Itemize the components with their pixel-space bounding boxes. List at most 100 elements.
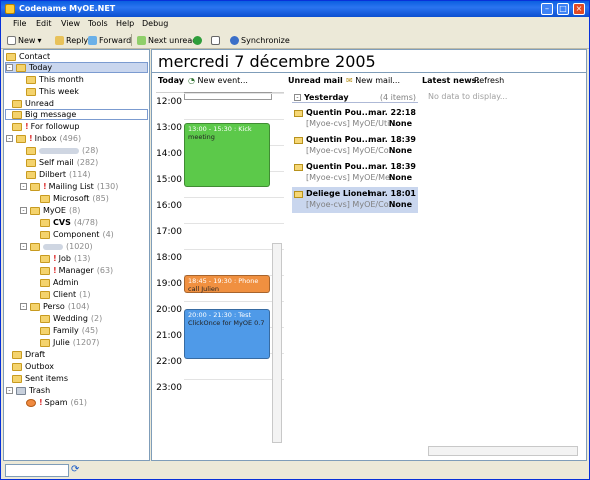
next-unread-button[interactable]: Next unread <box>137 34 197 46</box>
forward-button[interactable]: Forward <box>88 34 131 46</box>
tree-julie[interactable]: Julie (1207) <box>40 337 99 348</box>
quick-search-input[interactable] <box>5 464 69 477</box>
calendar-event[interactable]: 20:00 - 21:30 : Test ClickOnce for MyOE 0… <box>184 309 270 359</box>
synchronize-button[interactable]: Synchronize <box>230 34 290 46</box>
hour-label: 18:00 <box>156 253 182 263</box>
tree-outbox[interactable]: Outbox <box>12 361 54 372</box>
tree-mailing-list[interactable]: -! Mailing List (130) <box>20 181 118 192</box>
folder-icon <box>40 314 50 323</box>
reply-button[interactable]: Reply <box>55 34 88 46</box>
tree-label: Contact <box>19 52 51 61</box>
tree-perso[interactable]: - Perso (104) <box>20 301 89 312</box>
tree-spam[interactable]: ! Spam (61) <box>26 397 87 408</box>
menu-debug[interactable]: Debug <box>142 19 168 28</box>
collapse-icon[interactable]: - <box>294 94 301 101</box>
calendar-event[interactable]: 18:45 - 19:30 : Phone call Julien <box>184 275 270 293</box>
folder-icon <box>16 63 26 72</box>
tree-job[interactable]: ! Job (13) <box>40 253 90 264</box>
mail-item[interactable]: Deliege Lionel mar. 18:01 [Myoe-cvs] MyOE/… <box>292 187 418 213</box>
tree-trash[interactable]: - Trash <box>6 385 50 396</box>
tree-inbox[interactable]: -! Inbox (496) <box>6 133 81 144</box>
app-icon <box>5 4 15 14</box>
tree-sent-items[interactable]: Sent items <box>12 373 68 384</box>
tree-label: Big message <box>25 110 77 119</box>
collapse-icon[interactable]: - <box>20 303 27 310</box>
tree-self-mail[interactable]: Self mail (282) <box>26 157 98 168</box>
menu-edit[interactable]: Edit <box>36 19 52 28</box>
hour-line <box>184 93 284 94</box>
menu-view[interactable]: View <box>61 19 80 28</box>
reply-icon <box>55 35 64 45</box>
tree-client[interactable]: Client (1) <box>40 289 91 300</box>
tree-wedding[interactable]: Wedding (2) <box>40 313 102 324</box>
minimize-button[interactable]: – <box>541 3 553 15</box>
new-event-link[interactable]: ◔ New event... <box>188 76 248 85</box>
latest-news-label: Latest news: <box>422 76 480 85</box>
new-mail-label: New mail... <box>355 76 401 85</box>
news-scrollbar[interactable] <box>428 446 578 456</box>
event-time: 18:45 - 19:30 : Phone <box>188 277 259 285</box>
menu-help[interactable]: Help <box>116 19 134 28</box>
collapse-icon[interactable]: - <box>20 207 27 214</box>
mail-subject: [Myoe-cvs] MyOE/Co... <box>306 200 397 209</box>
tree-unread[interactable]: Unread <box>12 98 54 109</box>
mail-item[interactable]: Quentin Pou... mar. 18:39 [Myoe-cvs] MyOE/… <box>292 133 418 159</box>
menu-file[interactable]: File <box>13 19 26 28</box>
tree-draft[interactable]: Draft <box>12 349 45 360</box>
tree-count: (85) <box>92 194 109 203</box>
tree-cvs[interactable]: CVS (4/78) <box>40 217 98 228</box>
tree-microsoft[interactable]: Microsoft (85) <box>40 193 109 204</box>
mail-item[interactable]: Quentin Pou... mar. 18:39 [Myoe-cvs] MyOE/… <box>292 160 418 186</box>
tree-family[interactable]: Family (45) <box>40 325 98 336</box>
menu-tools[interactable]: Tools <box>88 19 108 28</box>
tree-label: This week <box>39 87 79 96</box>
tree-count: (8) <box>69 206 81 215</box>
tree-this-week[interactable]: This week <box>26 86 79 97</box>
tree-contact[interactable]: Contact <box>6 51 50 62</box>
close-button[interactable]: × <box>573 3 585 15</box>
folder-icon <box>40 230 50 239</box>
mail-subject: [Myoe-cvs] MyOE/Me... <box>306 173 398 182</box>
tree-blurred-folder-2[interactable]: - (1020) <box>20 241 93 252</box>
group-header[interactable]: - Yesterday (4 items) <box>292 92 418 103</box>
event-title: call Julien <box>188 285 220 293</box>
hour-line <box>184 301 284 302</box>
folder-icon <box>30 302 40 311</box>
collapse-icon[interactable]: - <box>20 183 27 190</box>
go-icon[interactable]: ⟳ <box>71 464 79 475</box>
flag-icon: ! <box>53 254 57 263</box>
folder-icon <box>26 146 36 155</box>
tree-this-month[interactable]: This month <box>26 74 84 85</box>
tree-myoe[interactable]: - MyOE (8) <box>20 205 80 216</box>
tree-blurred-folder[interactable]: (28) <box>26 145 98 156</box>
unread-mail-label: Unread mail <box>288 76 343 85</box>
collapse-icon[interactable]: - <box>6 135 13 142</box>
delete-button[interactable] <box>211 34 220 46</box>
new-mail-link[interactable]: ✉ New mail... <box>346 76 400 85</box>
new-button[interactable]: New ▾ <box>7 34 41 46</box>
refresh-green-button[interactable] <box>193 34 202 46</box>
tree-today[interactable]: - Today <box>5 62 148 73</box>
mail-item[interactable]: Quentin Pou... mar. 22:18 [Myoe-cvs] MyOE/… <box>292 106 418 132</box>
tree-count: (63) <box>96 266 114 275</box>
tree-big-message[interactable]: Big message <box>5 109 148 120</box>
collapse-icon[interactable]: - <box>20 243 27 250</box>
tree-label: This month <box>39 75 84 84</box>
event-title: meeting <box>188 133 215 141</box>
tree-label: Admin <box>53 278 79 287</box>
maximize-button[interactable]: □ <box>557 3 569 15</box>
tree-admin[interactable]: Admin <box>40 277 79 288</box>
tree-dilbert[interactable]: Dilbert (114) <box>26 169 91 180</box>
tree-component[interactable]: Component (4) <box>40 229 114 240</box>
mail-priority: None <box>388 119 412 128</box>
tree-manager[interactable]: ! Manager (63) <box>40 265 113 276</box>
collapse-icon[interactable]: - <box>6 387 13 394</box>
hour-line <box>184 197 284 198</box>
refresh-link[interactable]: Refresh <box>474 76 504 85</box>
calendar-scrollbar[interactable] <box>272 243 282 443</box>
tree-for-followup[interactable]: ! For followup <box>12 121 79 132</box>
header-divider <box>152 72 586 73</box>
collapse-icon[interactable]: - <box>6 64 13 71</box>
calendar-event[interactable]: 13:00 - 15:30 : Kick meeting <box>184 123 270 187</box>
folder-icon <box>40 254 50 263</box>
